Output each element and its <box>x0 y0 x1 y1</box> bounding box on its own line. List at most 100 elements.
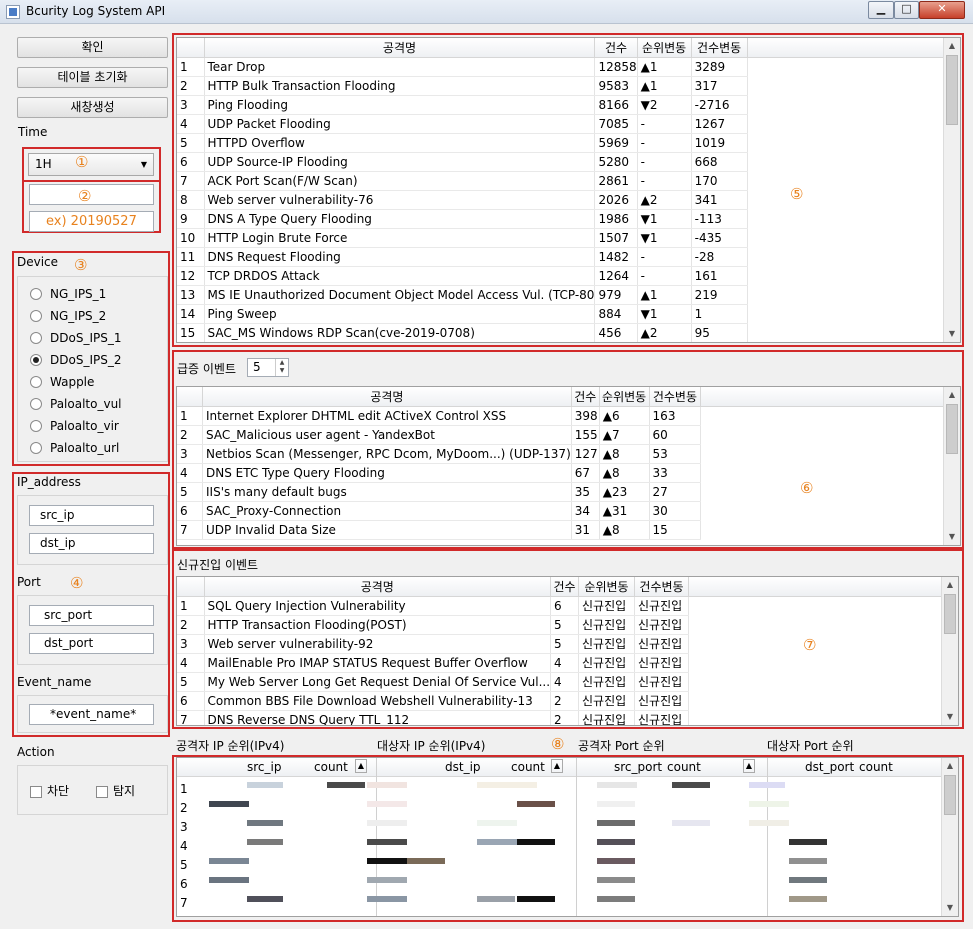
scroll-thumb[interactable] <box>944 594 956 634</box>
attack-name-cell: Ping Flooding <box>204 95 596 115</box>
scroll-down-icon[interactable]: ▼ <box>944 326 960 342</box>
column-rank-change[interactable]: 순위변동 <box>637 38 692 58</box>
table-row[interactable]: 15 SAC_MS Windows RDP Scan(cve-2019-0708)… <box>177 323 956 342</box>
table-row[interactable]: 5 IIS's many default bugs 35 ▲23 27 <box>177 482 960 502</box>
maximize-button[interactable]: □ <box>894 1 919 19</box>
detect-checkbox[interactable]: 탐지 <box>96 782 135 799</box>
device-option-wapple[interactable]: Wapple <box>30 371 167 393</box>
table-row[interactable]: 4 DNS ETC Type Query Flooding 67 ▲8 33 <box>177 463 960 483</box>
column-count[interactable]: 건수 <box>550 577 580 597</box>
spin-arrows-icon[interactable]: ▲ ▼ <box>275 359 288 376</box>
reset-table-button[interactable]: 테이블 초기화 <box>17 67 168 88</box>
column-count-change[interactable]: 건수변동 <box>649 387 702 407</box>
column-rank-change[interactable]: 순위변동 <box>599 387 650 407</box>
column-count-change[interactable]: 건수변동 <box>634 577 690 597</box>
table-row[interactable]: 7 DNS Reverse DNS Query TTL_112 2 신규진입 신규진입 <box>177 710 945 725</box>
top-table-scrollbar[interactable]: ▲ ▼ <box>943 38 960 342</box>
date-example-field[interactable]: ex) 20190527 <box>29 211 154 232</box>
scroll-thumb[interactable] <box>946 404 958 454</box>
table-row[interactable]: 5 My Web Server Long Get Request Denial O… <box>177 672 945 692</box>
scroll-down-icon[interactable]: ▼ <box>944 529 960 545</box>
device-option-ng-ips-2[interactable]: NG_IPS_2 <box>30 305 167 327</box>
column-attack-name[interactable]: 공격명 <box>202 387 572 407</box>
device-option-ddos-ips-2[interactable]: DDoS_IPS_2 <box>30 349 167 371</box>
count-change-cell: 161 <box>691 266 748 286</box>
event-name-input[interactable]: *event_name* <box>29 704 154 725</box>
table-row[interactable]: 8 Web server vulnerability-76 2026 ▲2 341 <box>177 190 956 210</box>
table-row[interactable]: 1 Tear Drop 12858 ▲1 3289 <box>177 57 956 77</box>
row-index: 2 <box>177 425 203 445</box>
count-change-cell: 신규진입 <box>634 691 690 711</box>
column-count-change[interactable]: 건수변동 <box>691 38 748 58</box>
rank-change-cell: 신규진입 <box>578 691 636 711</box>
scroll-up-icon[interactable]: ▲ <box>944 38 960 54</box>
table-row[interactable]: 4 MailEnable Pro IMAP STATUS Request Buff… <box>177 653 945 673</box>
column-rank-change[interactable]: 순위변동 <box>578 577 636 597</box>
column-attack-name[interactable]: 공격명 <box>204 577 552 597</box>
new-entry-table[interactable]: 공격명 건수 순위변동 건수변동 1 SQL Query Injection Vu… <box>176 576 959 726</box>
scroll-thumb[interactable] <box>944 775 956 815</box>
confirm-button[interactable]: 확인 <box>17 37 168 58</box>
table-row[interactable]: 11 DNS Request Flooding 1482- -28 <box>177 247 956 267</box>
table-row[interactable]: 6 SAC_Proxy-Connection 34 ▲31 30 <box>177 501 960 521</box>
table-row[interactable]: 3 Netbios Scan (Messenger, RPC Dcom, MyDo… <box>177 444 960 464</box>
dst-ip-input[interactable]: dst_ip <box>29 533 154 554</box>
src-ip-input[interactable]: src_ip <box>29 505 154 526</box>
time-select[interactable]: 1H ▼ <box>28 153 154 176</box>
surge-table-scrollbar[interactable]: ▲ ▼ <box>943 387 960 545</box>
surge-count-spinbox[interactable]: 5 ▲ ▼ <box>247 358 289 377</box>
table-row[interactable]: 3 Web server vulnerability-92 5 신규진입 신규진입 <box>177 634 945 654</box>
scroll-up-icon[interactable]: ▲ <box>944 387 960 403</box>
table-row[interactable]: 2 SAC_Malicious user agent - YandexBot 155… <box>177 425 960 445</box>
device-option-paloalto-vul[interactable]: Paloalto_vul <box>30 393 167 415</box>
scroll-up-icon[interactable]: ▲ <box>942 577 958 593</box>
table-row[interactable]: 7 ACK Port Scan(F/W Scan) 2861-170 <box>177 171 956 191</box>
top-attack-table[interactable]: 공격명 건수 순위변동 건수변동 1 Tear Drop 12858 ▲1 3289 2 H… <box>176 37 961 343</box>
scroll-down-icon[interactable]: ▼ <box>942 709 958 725</box>
count-cell: 6 <box>550 596 580 616</box>
table-row[interactable]: 7 UDP Invalid Data Size 31 ▲8 15 <box>177 520 960 540</box>
table-row[interactable]: 10 HTTP Login Brute Force 1507 ▼1 -435 <box>177 228 956 248</box>
table-row[interactable]: 1 SQL Query Injection Vulnerability 6 신규진입 신… <box>177 596 945 616</box>
column-count[interactable]: 건수 <box>594 38 638 58</box>
rank-change-cell: ▼1 <box>637 304 692 324</box>
count-cell: 1482 <box>594 247 638 267</box>
table-row[interactable]: 4 UDP Packet Flooding 7085-1267 <box>177 114 956 134</box>
device-option-paloalto-url[interactable]: Paloalto_url <box>30 437 167 459</box>
count-change-cell: 170 <box>691 171 748 191</box>
table-row[interactable]: 14 Ping Sweep 884 ▼1 1 <box>177 304 956 324</box>
scroll-thumb[interactable] <box>946 55 958 125</box>
table-row[interactable]: 5 HTTPD Overflow 5969-1019 <box>177 133 956 153</box>
table-row[interactable]: 2 HTTP Bulk Transaction Flooding 9583 ▲1 317 <box>177 76 956 96</box>
src-port-input[interactable]: src_port <box>29 605 154 626</box>
attack-name-cell: SAC_MS Windows RDP Scan(cve-2019-0708) <box>204 323 596 342</box>
attack-name-cell: IIS's many default bugs <box>202 482 572 502</box>
new-entry-table-scrollbar[interactable]: ▲ ▼ <box>941 577 958 725</box>
table-row[interactable]: 1 Internet Explorer DHTML edit ACtiveX Co… <box>177 406 960 426</box>
ranking-table-scrollbar[interactable]: ▲ ▼ <box>941 758 958 916</box>
device-option-ddos-ips-1[interactable]: DDoS_IPS_1 <box>30 327 167 349</box>
table-row[interactable]: 6 Common BBS File Download Webshell Vulne… <box>177 691 945 711</box>
table-row[interactable]: 2 HTTP Transaction Flooding(POST) 5 신규진입 신규진… <box>177 615 945 635</box>
scroll-down-icon[interactable]: ▼ <box>942 900 958 916</box>
table-row[interactable]: 12 TCP DRDOS Attack 1264-161 <box>177 266 956 286</box>
device-option-paloalto-vir[interactable]: Paloalto_vir <box>30 415 167 437</box>
close-button[interactable]: ✕ <box>919 1 965 19</box>
minimize-button[interactable]: ▁ <box>868 1 894 19</box>
attack-name-cell: HTTP Bulk Transaction Flooding <box>204 76 596 96</box>
device-option-ng-ips-1[interactable]: NG_IPS_1 <box>30 283 167 305</box>
surge-table[interactable]: 공격명 건수 순위변동 건수변동 1 Internet Explorer DHTM… <box>176 386 961 546</box>
dst-port-input[interactable]: dst_port <box>29 633 154 654</box>
ranking-table[interactable]: src_ip count ▲ dst_ip count ▲ src_port c… <box>176 757 959 917</box>
table-row[interactable]: 3 Ping Flooding 8166 ▼2 -2716 <box>177 95 956 115</box>
block-checkbox[interactable]: 차단 <box>30 782 69 799</box>
count-cell: 34 <box>571 501 600 521</box>
column-attack-name[interactable]: 공격명 <box>204 38 596 58</box>
table-row[interactable]: 6 UDP Source-IP Flooding 5280-668 <box>177 152 956 172</box>
new-window-button[interactable]: 새창생성 <box>17 97 168 118</box>
table-row[interactable]: 13 MS IE Unauthorized Document Object Mod… <box>177 285 956 305</box>
scroll-up-icon[interactable]: ▲ <box>942 758 958 774</box>
column-count[interactable]: 건수 <box>571 387 600 407</box>
table-row[interactable]: 9 DNS A Type Query Flooding 1986 ▼1 -113 <box>177 209 956 229</box>
date-input[interactable] <box>29 184 154 205</box>
